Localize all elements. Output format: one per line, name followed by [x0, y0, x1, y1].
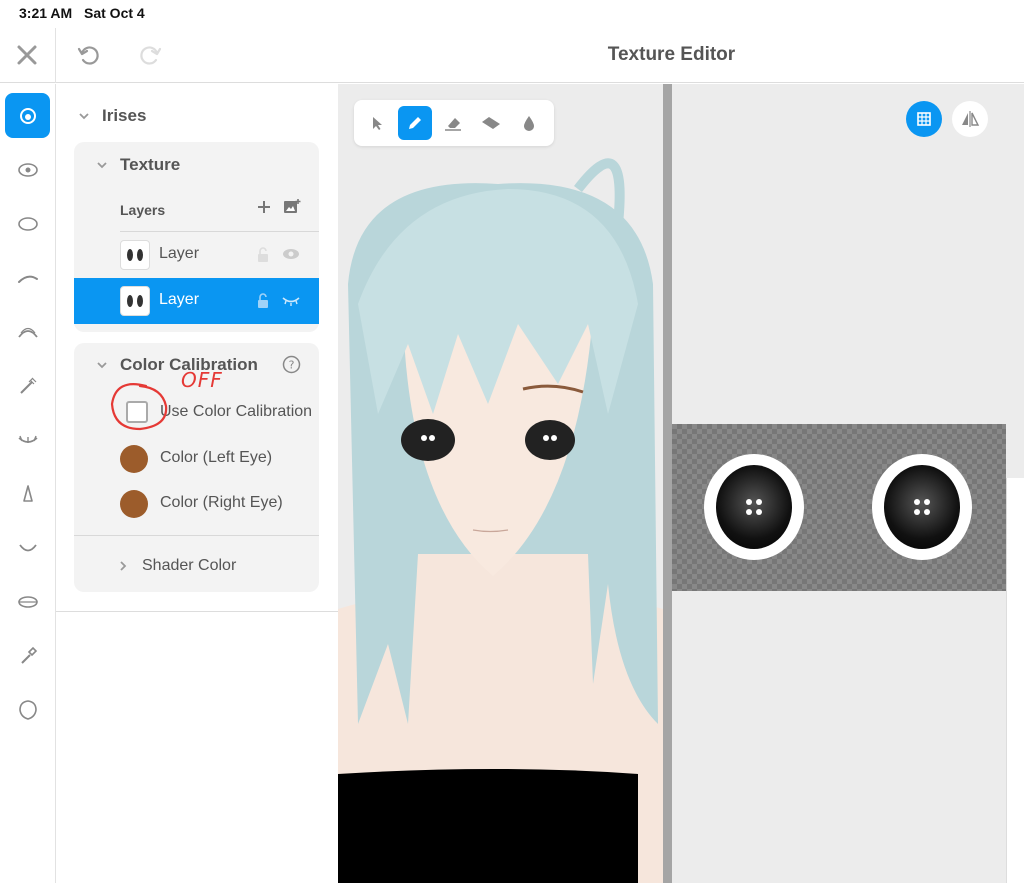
chevron-down-icon: [97, 162, 107, 169]
lock-icon[interactable]: [256, 247, 270, 263]
grid-toggle-button[interactable]: [906, 101, 942, 137]
rail-item-mascara[interactable]: [5, 363, 50, 408]
undo-button[interactable]: [71, 38, 105, 72]
annotation-text: OFF: [181, 368, 223, 392]
right-iris-texture: [872, 454, 972, 560]
mirror-icon: [962, 111, 980, 127]
add-layer-button[interactable]: [256, 199, 272, 220]
eye-icon: [19, 107, 36, 124]
brush-icon: [20, 646, 37, 664]
fill-tool-button[interactable]: [474, 106, 508, 140]
category-rail: [0, 84, 56, 883]
rail-item-face[interactable]: [5, 687, 50, 732]
layer-row-selected[interactable]: Layer: [74, 278, 319, 324]
status-bar: 3:21 AM Sat Oct 4: [0, 0, 1024, 28]
rail-item-eye-white[interactable]: [5, 147, 50, 192]
right-eye-color-label[interactable]: Color (Right Eye): [160, 494, 283, 512]
right-eye-color-swatch[interactable]: [120, 490, 148, 518]
dropper-tool-button[interactable]: [512, 106, 546, 140]
section-title: Irises: [102, 106, 147, 125]
rail-item-lips[interactable]: [5, 579, 50, 624]
plus-icon: [258, 201, 270, 213]
texture-card: Texture Layers Layer Layer: [74, 142, 319, 332]
character-model: [338, 84, 663, 883]
rail-item-mouth[interactable]: [5, 525, 50, 570]
chevron-down-icon: [79, 113, 89, 120]
eraser-icon: [445, 118, 461, 131]
layer-name: Layer: [159, 245, 200, 262]
shader-color-row[interactable]: Shader Color: [118, 557, 236, 575]
left-eye-color-swatch[interactable]: [120, 445, 148, 473]
split-divider[interactable]: [663, 84, 672, 883]
rail-item-brush[interactable]: [5, 633, 50, 678]
left-iris-texture: [704, 454, 804, 560]
mirror-toggle-button[interactable]: [952, 101, 988, 137]
nose-icon: [22, 484, 33, 502]
top-bar: Texture Editor: [0, 28, 1024, 83]
rail-item-nose[interactable]: [5, 471, 50, 516]
rail-item-lower-lash[interactable]: [5, 417, 50, 462]
settings-panel: Irises Texture Layers Layer Layer Color …: [56, 84, 338, 612]
hidden-eye-icon[interactable]: [282, 295, 300, 307]
page-title: Texture Editor: [607, 44, 736, 65]
select-icon: [373, 117, 382, 130]
redo-button[interactable]: [134, 38, 168, 72]
layer-name: Layer: [159, 291, 200, 308]
eye-outline-icon: [17, 216, 38, 231]
dropper-icon: [524, 116, 534, 131]
lower-lash-icon: [17, 435, 38, 443]
pencil-tool-button[interactable]: [398, 106, 432, 140]
model-viewport[interactable]: [338, 84, 663, 883]
texture-title: Texture: [120, 155, 181, 174]
undo-icon: [77, 46, 99, 65]
close-icon: [17, 45, 37, 65]
shader-color-label: Shader Color: [142, 557, 237, 574]
rail-item-irises[interactable]: [5, 93, 50, 138]
status-time: 3:21 AM: [19, 5, 73, 21]
svg-text:?: ?: [289, 359, 295, 372]
eye-white-icon: [17, 162, 38, 177]
left-eye-color-label[interactable]: Color (Left Eye): [160, 449, 272, 467]
lips-icon: [17, 595, 38, 608]
layer-thumbnail: [120, 286, 150, 316]
color-calibration-header[interactable]: Color Calibration: [96, 355, 258, 375]
layer-thumbnail: [120, 240, 150, 270]
eraser-tool-button[interactable]: [436, 106, 470, 140]
face-icon: [18, 699, 37, 720]
rail-item-eyebrow[interactable]: [5, 255, 50, 300]
layer-row[interactable]: Layer: [74, 232, 319, 278]
help-button[interactable]: ?: [282, 355, 301, 379]
chevron-down-icon: [97, 362, 107, 369]
layers-label: Layers: [120, 202, 166, 218]
grid-icon: [917, 112, 931, 126]
pencil-icon: [409, 117, 421, 129]
irises-section-header[interactable]: Irises: [78, 106, 146, 126]
mascara-icon: [19, 377, 36, 394]
eyebrow-icon: [17, 275, 38, 283]
lock-icon[interactable]: [256, 293, 270, 309]
iris-texture-preview: [672, 424, 1006, 591]
redo-icon: [140, 46, 162, 65]
fill-icon: [482, 117, 500, 129]
status-date: Sat Oct 4: [84, 5, 145, 21]
rail-item-eyelash[interactable]: [5, 309, 50, 354]
visible-eye-icon[interactable]: [282, 248, 300, 260]
add-image-icon: [284, 199, 301, 213]
chevron-right-icon: [120, 561, 127, 571]
texture-canvas[interactable]: [672, 84, 1024, 883]
help-icon: ?: [282, 355, 301, 374]
select-tool-button[interactable]: [360, 106, 394, 140]
close-button[interactable]: [10, 38, 44, 72]
texture-header[interactable]: Texture: [96, 155, 180, 175]
rail-item-eye-outline[interactable]: [5, 201, 50, 246]
mouth-icon: [18, 543, 37, 551]
add-image-layer-button[interactable]: [283, 198, 301, 220]
eyelash-icon: [17, 327, 38, 338]
drawing-toolbar: [354, 100, 554, 146]
side-panel-edge: [1006, 478, 1024, 883]
